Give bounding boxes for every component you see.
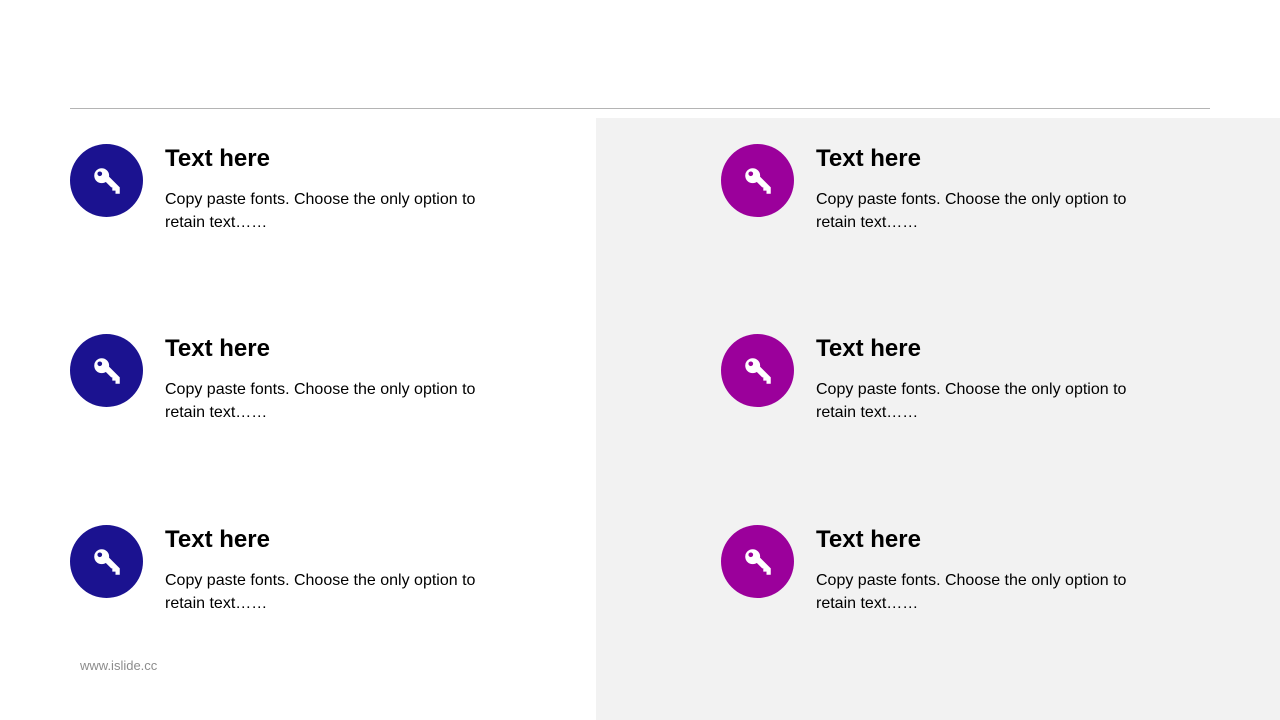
key-icon (721, 525, 794, 598)
key-icon (70, 334, 143, 407)
item-description: Copy paste fonts. Choose the only option… (816, 572, 1127, 612)
item-description: Copy paste fonts. Choose the only option… (816, 191, 1127, 231)
item-description: Copy paste fonts. Choose the only option… (165, 572, 476, 612)
feature-item-right-1: Text here Copy paste fonts. Choose the o… (721, 144, 1181, 264)
footer-url: www.islide.cc (80, 658, 158, 673)
feature-item-right-2: Text here Copy paste fonts. Choose the o… (721, 334, 1181, 454)
feature-item-left-2: Text here Copy paste fonts. Choose the o… (70, 334, 530, 454)
key-icon (721, 334, 794, 407)
item-title: Text here (165, 335, 270, 362)
feature-item-left-1: Text here Copy paste fonts. Choose the o… (70, 144, 530, 264)
feature-item-left-3: Text here Copy paste fonts. Choose the o… (70, 525, 530, 645)
item-description: Copy paste fonts. Choose the only option… (816, 381, 1127, 421)
item-description: Copy paste fonts. Choose the only option… (165, 381, 476, 421)
top-divider (70, 108, 1210, 109)
item-title: Text here (165, 526, 270, 553)
item-title: Text here (816, 526, 921, 553)
item-title: Text here (816, 145, 921, 172)
key-icon (70, 525, 143, 598)
key-icon (721, 144, 794, 217)
item-description: Copy paste fonts. Choose the only option… (165, 191, 476, 231)
feature-item-right-3: Text here Copy paste fonts. Choose the o… (721, 525, 1181, 645)
item-title: Text here (165, 145, 270, 172)
item-title: Text here (816, 335, 921, 362)
key-icon (70, 144, 143, 217)
